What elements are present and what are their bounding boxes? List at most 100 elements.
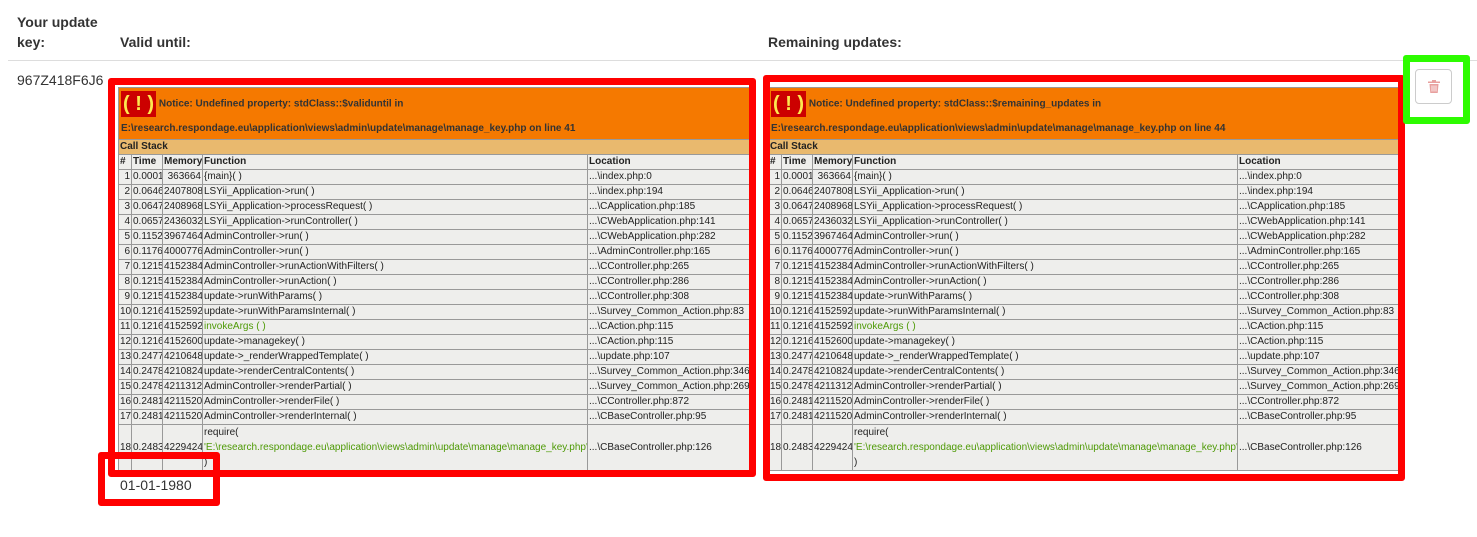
frame-number: 14 [768,364,782,380]
frame-number: 12 [768,334,782,350]
frame-time: 0.1152 [131,229,163,245]
frame-location: ...\CWebApplication.php:282 [1237,229,1399,245]
frame-memory: 2436032 [162,214,203,230]
frame-function: AdminController->runActionWithFilters( ) [202,259,588,275]
trash-icon [1427,80,1440,93]
frame-time: 0.1216 [781,319,813,335]
frame-function: LSYii_Application->run( ) [202,184,588,200]
frame-function: AdminController->run( ) [852,244,1238,260]
frame-location: ...\CController.php:308 [587,289,750,305]
notice-message: Notice: Undefined property: stdClass::$r… [808,98,1102,110]
frame-time: 0.1215 [131,289,163,305]
column-header: Function [202,154,588,170]
frame-memory: 4152384 [812,274,853,290]
frame-number: 7 [768,259,782,275]
frame-memory: 4152384 [162,259,203,275]
frame-time: 0.1215 [781,259,813,275]
table-row: 16 0.2481 4211520 AdminController->renderFi… [768,394,1399,410]
frame-function: AdminController->renderInternal( ) [852,409,1238,425]
delete-key-button[interactable] [1415,69,1452,104]
frame-function: invokeArgs ( ) [852,319,1238,335]
valid-until-value: 01-01-1980 [120,477,192,493]
frame-memory: 4152600 [162,334,203,350]
frame-memory: 4152384 [162,274,203,290]
table-row: 3 0.0647 2408968 LSYii_Application->process… [118,199,750,215]
column-header: Time [781,154,813,170]
frame-number: 17 [768,409,782,425]
function-close: ) [204,457,208,468]
frame-memory: 363664 [812,169,853,185]
frame-number: 3 [768,199,782,215]
table-row: 8 0.1215 4152384 AdminController->runAction… [118,274,750,290]
frame-location: ...\AdminController.php:165 [587,244,750,260]
table-row: 18 0.2483 4229424 require('E:\research.resp… [768,424,1399,471]
frame-location: ...\CController.php:286 [587,274,750,290]
frame-memory: 4210824 [812,364,853,380]
frame-memory: 4000776 [162,244,203,260]
frame-time: 0.0657 [131,214,163,230]
notice-message: Notice: Undefined property: stdClass::$v… [158,98,404,110]
frame-time: 0.0657 [781,214,813,230]
frame-number: 18 [118,424,132,471]
frame-memory: 2407808 [162,184,203,200]
frame-number: 14 [118,364,132,380]
frame-location: ...\Survey_Common_Action.php:83 [587,304,750,320]
table-row: 11 0.1216 4152592 invokeArgs ( ) ...\CAction… [768,319,1399,335]
frame-time: 0.2483 [781,424,813,471]
frame-number: 5 [118,229,132,245]
frame-function: update->managekey( ) [852,334,1238,350]
frame-location: ...\CController.php:265 [587,259,750,275]
table-row: 7 0.1215 4152384 AdminController->runAction… [118,259,750,275]
frame-location: ...\Survey_Common_Action.php:346 [587,364,750,380]
frame-location: ...\index.php:194 [1237,184,1399,200]
frame-time: 0.2481 [131,394,163,410]
column-header: # [118,154,132,170]
frame-memory: 4211312 [162,379,203,395]
frame-number: 13 [118,349,132,365]
column-header: Function [852,154,1238,170]
frame-memory: 4211520 [162,409,203,425]
warning-icon: ( ! ) [121,91,157,117]
frame-time: 0.1176 [781,244,813,260]
frame-function: require('E:\research.respondage.eu\appli… [852,424,1238,471]
frame-memory: 2436032 [812,214,853,230]
frame-number: 16 [768,394,782,410]
frame-function: update->renderCentralContents( ) [852,364,1238,380]
frame-memory: 4152384 [812,259,853,275]
frame-number: 1 [118,169,132,185]
frame-function: update->renderCentralContents( ) [202,364,588,380]
frame-number: 9 [768,289,782,305]
frame-memory: 4152592 [162,304,203,320]
table-row: 1 0.0001 363664 {main}( ) ...\index.php:0 [118,169,750,185]
table-row: 6 0.1176 4000776 AdminController->run( )...… [768,244,1399,260]
frame-memory: 4211520 [812,394,853,410]
frame-memory: 4211312 [812,379,853,395]
call-stack-label: Call Stack [768,139,1399,155]
frame-function: LSYii_Application->runController( ) [852,214,1238,230]
frame-number: 11 [118,319,132,335]
frame-location: ...\CBaseController.php:95 [1237,409,1399,425]
frame-function: AdminController->runAction( ) [202,274,588,290]
frame-location: ...\CController.php:265 [1237,259,1399,275]
frame-function: {main}( ) [202,169,588,185]
frame-function: AdminController->renderFile( ) [202,394,588,410]
table-row: 12 0.1216 4152600 update->managekey( ) ...\C… [118,334,750,350]
table-row: 10 0.1216 4152592 update->runWithParamsInte… [768,304,1399,320]
frame-memory: 363664 [162,169,203,185]
frame-location: ...\CController.php:286 [1237,274,1399,290]
frame-memory: 4152592 [162,319,203,335]
divider [8,60,1477,61]
frame-function: AdminController->renderFile( ) [852,394,1238,410]
frame-time: 0.1216 [781,304,813,320]
frame-location: ...\Survey_Common_Action.php:83 [1237,304,1399,320]
frame-number: 4 [768,214,782,230]
table-row: 15 0.2478 4211312 AdminController->renderPa… [768,379,1399,395]
frame-time: 0.2483 [131,424,163,471]
frame-memory: 4210824 [162,364,203,380]
call-stack-label: Call Stack [118,139,750,155]
function-open: require( [204,427,239,438]
table-row: 14 0.2478 4210824 update->renderCentralCont… [118,364,750,380]
frame-time: 0.2478 [781,364,813,380]
frame-location: ...\CController.php:872 [587,394,750,410]
table-row: 13 0.2477 4210648 update->_renderWrappedTem… [768,349,1399,365]
